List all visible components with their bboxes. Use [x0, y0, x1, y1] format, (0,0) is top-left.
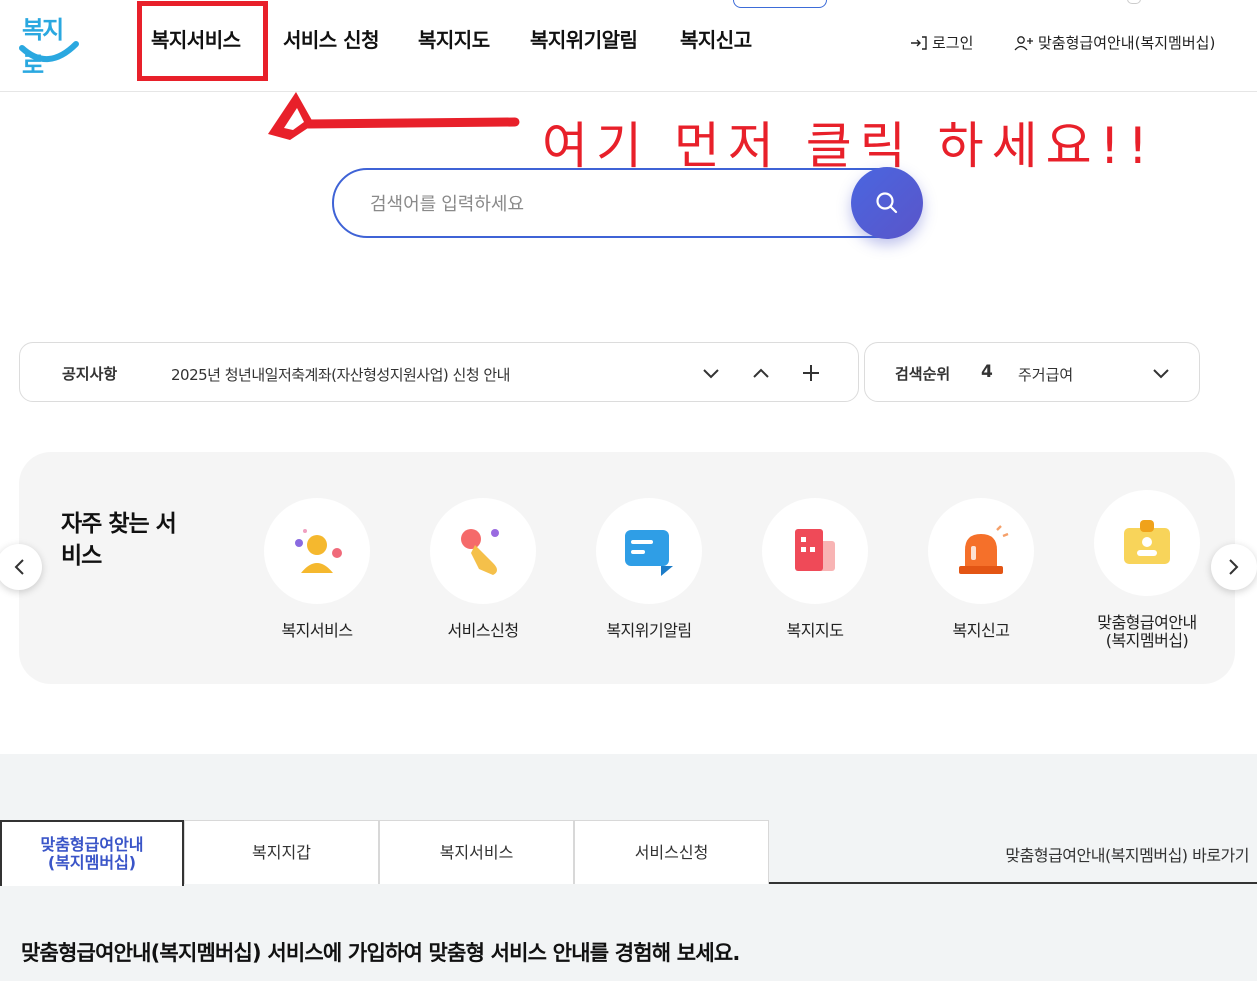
membership-link[interactable]: 맞춤형급여안내(복지멤버십) — [1014, 32, 1215, 53]
tab-welfare-wallet[interactable]: 복지지갑 — [184, 820, 379, 884]
login-label: 로그인 — [932, 34, 974, 52]
search-button[interactable] — [851, 167, 923, 239]
frequent-item-label: 서비스신청 — [447, 621, 519, 640]
notice-next-button[interactable] — [697, 359, 725, 387]
plus-icon — [803, 365, 819, 381]
login-icon — [911, 35, 927, 50]
search-ranking: 검색순위 4 주거급여 — [864, 342, 1200, 402]
notice-bar: 공지사항 2025년 청년내일저축계좌(자산형성지원사업) 신청 안내 — [19, 342, 859, 402]
siren-icon — [959, 525, 1009, 574]
message-icon — [625, 530, 673, 576]
frequent-services: 자주 찾는 서비스 복지서비스 서비스신청 복지위기알림 복지지도 복지신고 맞… — [19, 452, 1235, 684]
frequent-item-icon-circle — [762, 498, 868, 604]
search-input[interactable] — [370, 188, 840, 220]
membership-shortcut-link[interactable]: 맞춤형급여안내(복지멤버십) 바로가기 — [1005, 842, 1249, 866]
ranking-expand-button[interactable] — [1147, 359, 1175, 387]
frequent-item-icon-circle — [928, 498, 1034, 604]
frequent-services-title: 자주 찾는 서비스 — [61, 511, 177, 569]
frequent-item-welfare-report[interactable]: 복지신고 — [911, 498, 1051, 640]
nav-welfare-map[interactable]: 복지지도 — [418, 24, 490, 53]
frequent-item-service-apply[interactable]: 서비스신청 — [413, 498, 553, 640]
annotation-arrow — [268, 92, 520, 140]
login-link[interactable]: 로그인 — [910, 32, 973, 53]
building-icon — [795, 529, 835, 571]
membership-label: 맞춤형급여안내(복지멤버십) — [1038, 34, 1216, 52]
search-box — [332, 168, 920, 238]
tab-service-apply[interactable]: 서비스신청 — [574, 820, 769, 884]
notice-label: 공지사항 — [62, 365, 118, 383]
frequent-item-label: 맞춤형급여안내 (복지멤버십) — [1097, 613, 1197, 650]
notice-more-button[interactable] — [797, 359, 825, 387]
frequent-item-welfare-service[interactable]: 복지서비스 — [247, 498, 387, 640]
nav-welfare-report[interactable]: 복지신고 — [680, 24, 752, 53]
annotation-highlight-box — [137, 1, 268, 81]
nav-crisis-alert[interactable]: 복지위기알림 — [530, 24, 638, 53]
frequent-item-icon-circle — [1094, 490, 1200, 596]
search-icon — [876, 192, 898, 214]
tab-welfare-service[interactable]: 복지서비스 — [379, 820, 574, 884]
frequent-item-label: 복지지도 — [786, 621, 844, 640]
chevron-down-icon — [703, 369, 719, 379]
top-dot — [1127, 0, 1141, 4]
ranking-term[interactable]: 주거급여 — [1018, 364, 1073, 385]
frequent-item-icon-circle — [430, 498, 536, 604]
notice-prev-button[interactable] — [747, 359, 775, 387]
notice-item[interactable]: 2025년 청년내일저축계좌(자산형성지원사업) 신청 안내 — [171, 364, 510, 385]
ranking-number: 4 — [981, 362, 993, 382]
add-user-icon — [1014, 35, 1033, 50]
chevron-down-icon — [1153, 369, 1169, 379]
logo-smile-icon — [19, 41, 79, 63]
membership-heading: 맞춤형급여안내(복지멤버십) 서비스에 가입하여 맞춤형 서비스 안내를 경험해… — [21, 941, 740, 965]
carousel-next-button[interactable] — [1211, 544, 1257, 590]
site-header: 복지로 복지서비스 서비스 신청 복지지도 복지위기알림 복지신고 로그인 맞춤… — [0, 0, 1257, 92]
top-pill-button[interactable] — [733, 0, 827, 8]
chevron-left-icon — [14, 559, 24, 575]
tab-membership[interactable]: 맞춤형급여안내 (복지멤버십) — [0, 820, 184, 886]
ranking-label: 검색순위 — [895, 365, 951, 383]
frequent-item-label: 복지위기알림 — [606, 621, 692, 640]
person-icon — [295, 529, 342, 573]
frequent-item-crisis-alert[interactable]: 복지위기알림 — [579, 498, 719, 640]
frequent-item-label: 복지서비스 — [281, 621, 353, 640]
frequent-item-icon-circle — [264, 498, 370, 604]
frequent-item-label: 복지신고 — [952, 621, 1010, 640]
frequent-item-welfare-map[interactable]: 복지지도 — [745, 498, 885, 640]
nav-service-apply[interactable]: 서비스 신청 — [283, 24, 379, 53]
frequent-item-icon-circle — [596, 498, 702, 604]
hand-tap-icon — [461, 529, 499, 575]
logo[interactable]: 복지로 — [18, 8, 82, 79]
frequent-item-membership[interactable]: 맞춤형급여안내 (복지멤버십) — [1077, 490, 1217, 650]
chevron-up-icon — [753, 368, 769, 378]
chevron-right-icon — [1229, 559, 1239, 575]
id-badge-icon — [1124, 520, 1170, 564]
